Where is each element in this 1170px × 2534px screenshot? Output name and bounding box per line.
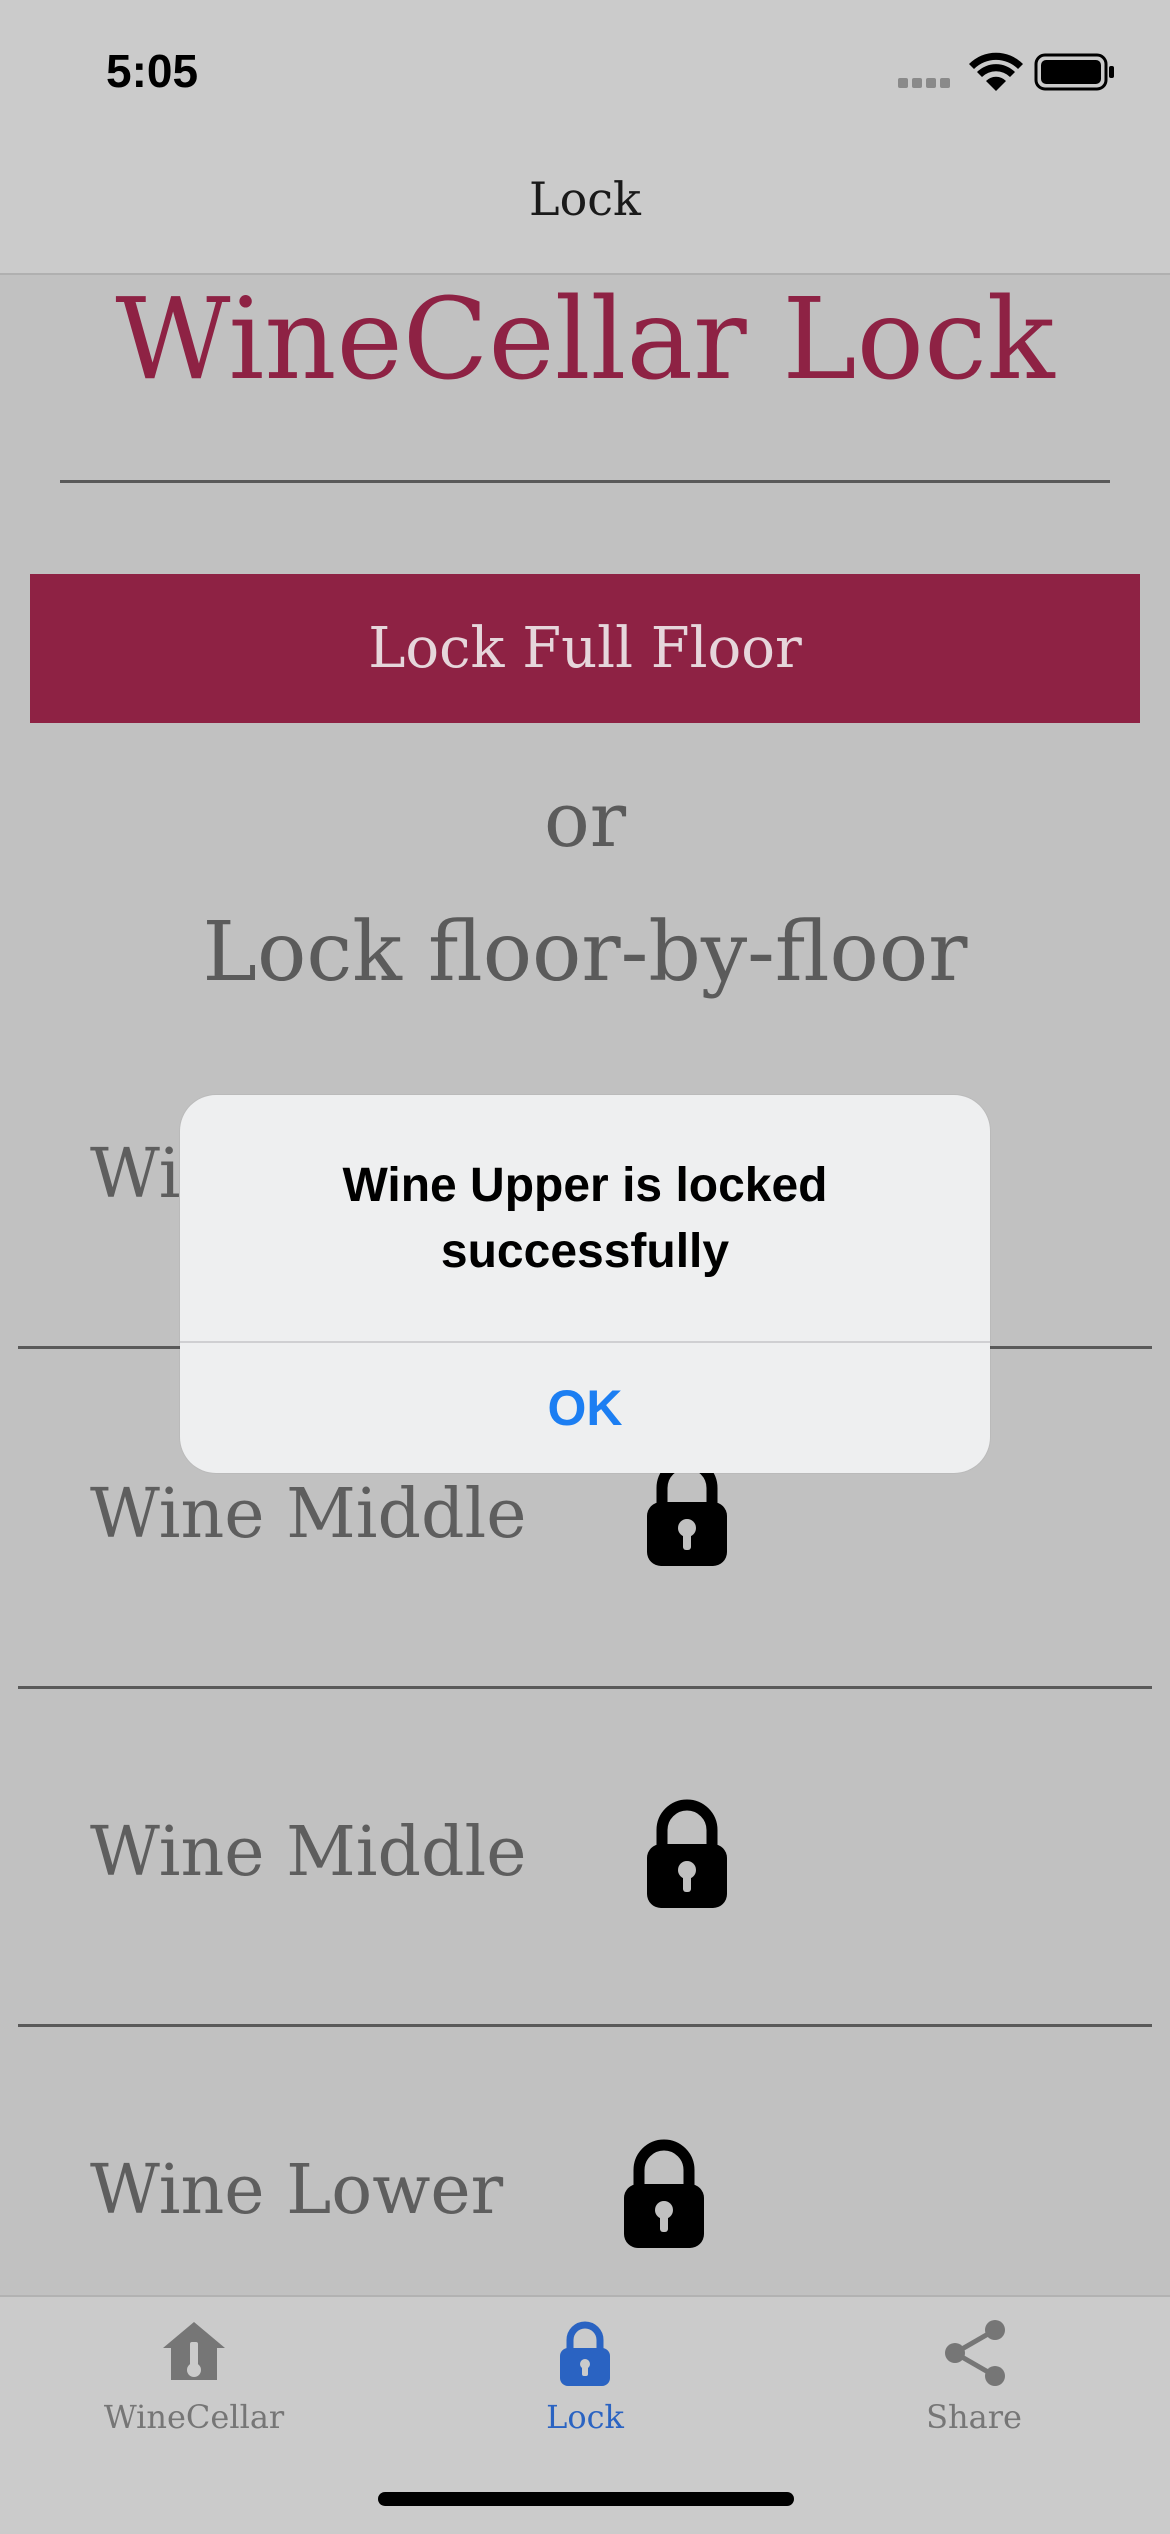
status-time: 5:05	[106, 45, 199, 97]
status-icons	[898, 50, 1118, 96]
wifi-icon	[969, 52, 1023, 91]
lock-icon	[560, 2321, 610, 2386]
tab-label: Share	[926, 2398, 1022, 2436]
alert-message: Wine Upper is locked successfully	[342, 1159, 828, 1278]
tab-label: WineCellar	[103, 2398, 285, 2436]
alert-dialog: Wine Upper is locked successfully OK	[180, 1095, 990, 1473]
lock-icon[interactable]	[642, 1798, 732, 1910]
tab-label: Lock	[546, 2398, 624, 2436]
lock-icon[interactable]	[619, 2138, 709, 2250]
battery-icon	[1034, 53, 1114, 91]
tab-share[interactable]: Share	[824, 2310, 1124, 2460]
floor-label: Wine Middle	[90, 1475, 527, 1554]
floor-label: Wine Lower	[90, 2151, 504, 2230]
share-icon	[945, 2320, 1005, 2386]
title-divider	[60, 480, 1110, 483]
lock-full-floor-button[interactable]: Lock Full Floor	[30, 574, 1140, 723]
tab-lock[interactable]: Lock	[435, 2310, 735, 2460]
tab-winecellar[interactable]: WineCellar	[44, 2310, 344, 2460]
floor-by-floor-heading: Lock floor-by-floor	[202, 905, 968, 1000]
winecellar-icon	[163, 2322, 225, 2380]
home-indicator[interactable]	[378, 2492, 794, 2506]
floor-row-lower[interactable]: Wine Lower	[0, 2026, 1170, 2295]
nav-title: Lock	[529, 172, 641, 226]
cellular-signal-icon	[898, 78, 950, 88]
alert-ok-button[interactable]: OK	[180, 1343, 990, 1473]
floor-label: Wine Middle	[90, 1813, 527, 1892]
floor-row-middle[interactable]: Wine Middle	[0, 1688, 1170, 2025]
or-text: or	[543, 775, 627, 864]
page-title: WineCellar Lock	[115, 275, 1055, 405]
